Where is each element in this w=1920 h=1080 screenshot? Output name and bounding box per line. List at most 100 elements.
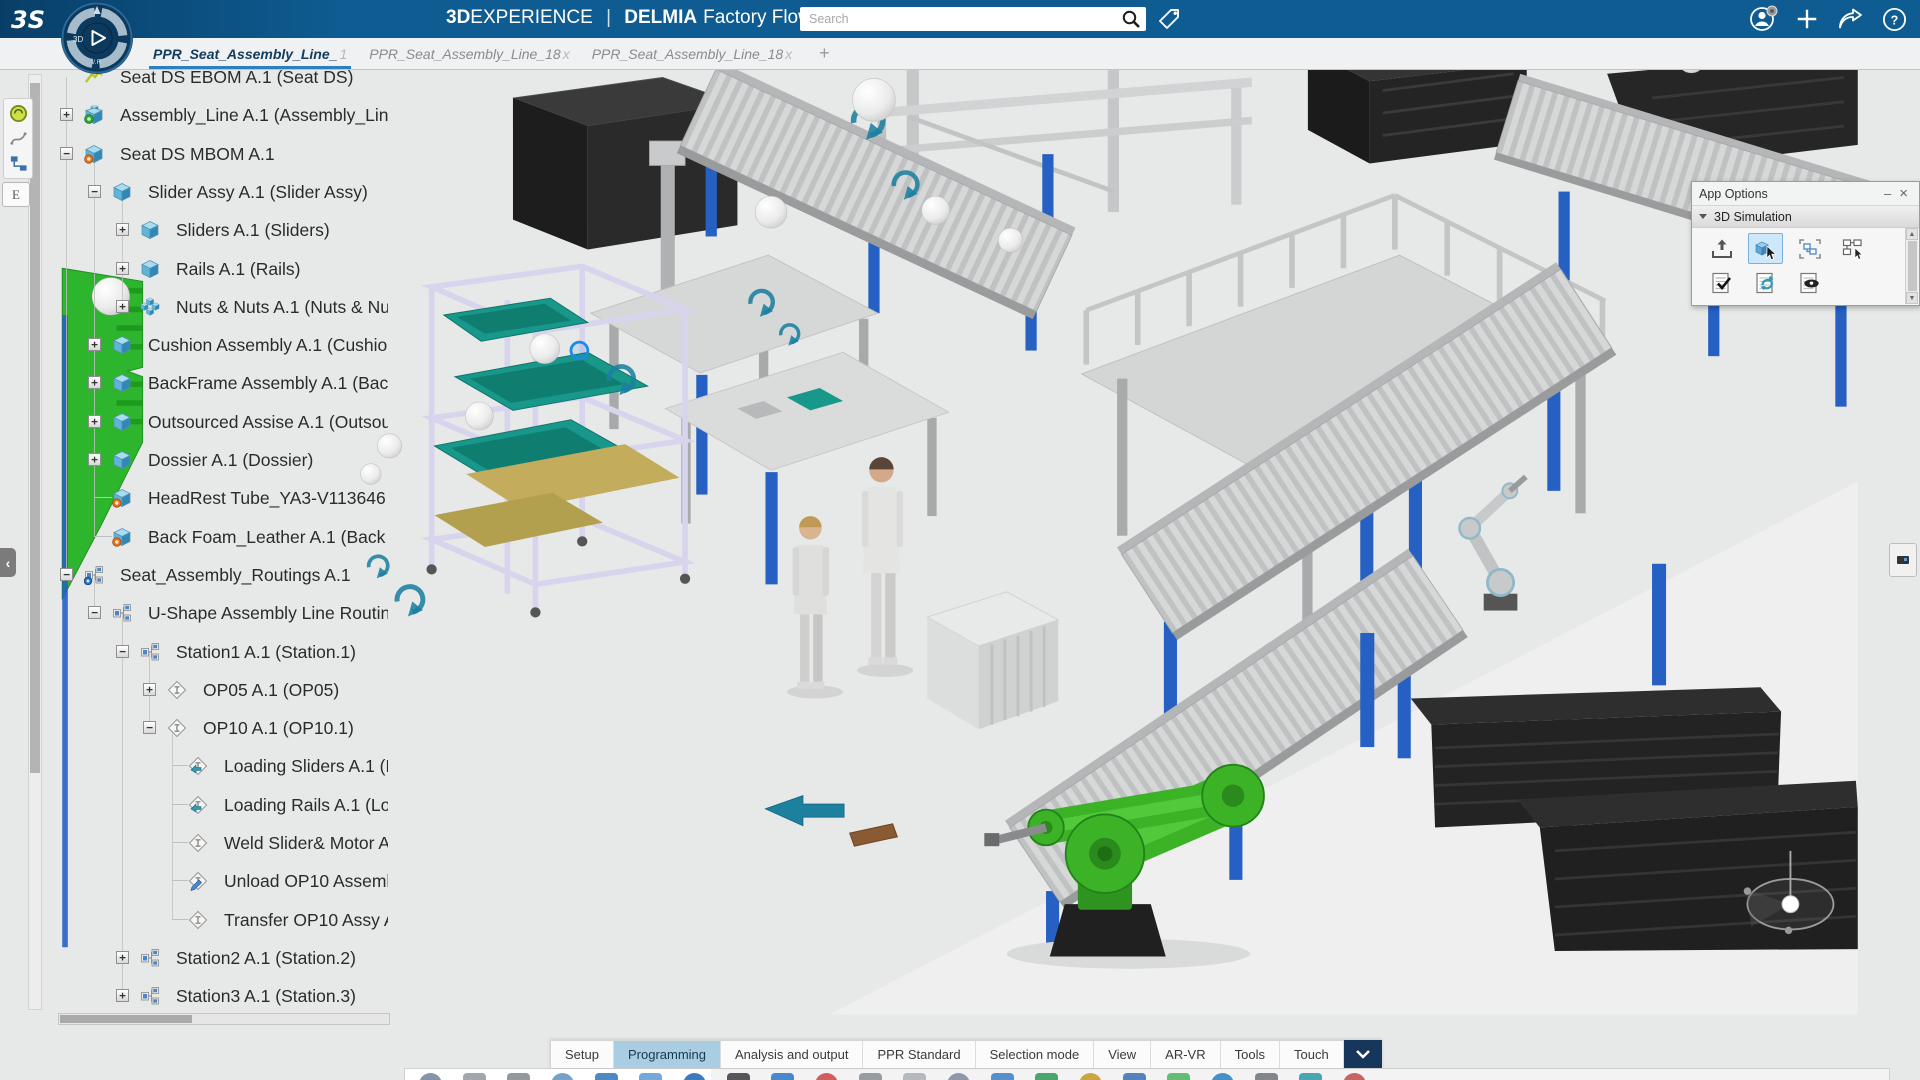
collapse-panel-handle[interactable]: ‹ xyxy=(0,548,16,577)
tree-row[interactable]: +Assembly_Line A.1 (Assembly_Line.1) xyxy=(0,96,388,134)
toolbar-icon[interactable] xyxy=(815,1073,838,1080)
toolbar-icon[interactable] xyxy=(1079,1073,1102,1080)
tree-row[interactable]: − Station1 A.1 (Station.1) xyxy=(0,633,388,671)
tree-item-label[interactable]: Dossier A.1 (Dossier) xyxy=(148,450,313,471)
expand-icon[interactable]: + xyxy=(88,376,101,389)
action-bar-collapse-button[interactable] xyxy=(1344,1040,1382,1068)
toolbar-icon[interactable] xyxy=(1299,1073,1322,1080)
tree-vertical-scrollbar[interactable] xyxy=(28,74,42,1010)
app-options-section-header[interactable]: 3D Simulation xyxy=(1692,206,1919,228)
tree-row[interactable]: Unload OP10 Assembly xyxy=(0,862,388,900)
tree-row[interactable]: + Sliders A.1 (Sliders) xyxy=(0,211,388,249)
toolbar-icon[interactable] xyxy=(1211,1073,1234,1080)
tree-row[interactable]: + Nuts & Nuts A.1 (Nuts & Nuts) xyxy=(0,288,388,326)
tree-item-label[interactable]: OP05 A.1 (OP05) xyxy=(203,680,339,701)
list-cycle-button[interactable] xyxy=(1748,267,1783,298)
add-tab-button[interactable]: + xyxy=(811,38,838,69)
tree-item-label[interactable]: Assembly_Line A.1 (Assembly_Line.1) xyxy=(120,105,388,126)
expand-icon[interactable]: + xyxy=(88,453,101,466)
tree-item-label[interactable]: Seat DS MBOM A.1 xyxy=(120,144,275,165)
tree-item-label[interactable]: Transfer OP10 Assy A. xyxy=(224,910,388,931)
tree-panel-button[interactable]: E xyxy=(2,182,30,207)
tree-item-label[interactable]: Rails A.1 (Rails) xyxy=(176,259,300,280)
tree-row[interactable]: + Cushion Assembly A.1 (Cushion A xyxy=(0,326,388,364)
tree-item-label[interactable]: Nuts & Nuts A.1 (Nuts & Nuts) xyxy=(176,297,388,318)
tree-item-label[interactable]: Station1 A.1 (Station.1) xyxy=(176,642,356,663)
app-options-titlebar[interactable]: App Options – × xyxy=(1692,182,1919,206)
tree-item-label[interactable]: BackFrame Assembly A.1 (BackFra xyxy=(148,373,388,394)
toolbar-icon[interactable] xyxy=(727,1073,750,1080)
collapse-icon[interactable]: − xyxy=(88,185,101,198)
action-tab-tools[interactable]: Tools xyxy=(1221,1040,1280,1068)
toolbar-icon[interactable] xyxy=(1035,1073,1058,1080)
action-tab-analysis-and-output[interactable]: Analysis and output xyxy=(721,1040,863,1068)
user-avatar-icon[interactable] xyxy=(1748,4,1778,34)
toolbar-icon[interactable] xyxy=(903,1073,926,1080)
action-tab-touch[interactable]: Touch xyxy=(1280,1040,1344,1068)
tree-row[interactable]: −Seat DS MBOM A.1 xyxy=(0,135,388,173)
toolbar-icon[interactable] xyxy=(463,1073,486,1080)
frame-flow-button[interactable] xyxy=(1792,233,1827,264)
tab-close-icon[interactable]: x xyxy=(563,46,570,62)
collapse-icon[interactable]: − xyxy=(116,645,129,658)
tree-item-label[interactable]: OP10 A.1 (OP10.1) xyxy=(203,718,354,739)
toolbar-icon[interactable] xyxy=(991,1073,1014,1080)
flow-cursor-button[interactable] xyxy=(1836,233,1871,264)
collapse-icon[interactable]: − xyxy=(143,721,156,734)
list-check-button[interactable] xyxy=(1704,267,1739,298)
tree-row[interactable]: HeadRest Tube_YA3-V113646 A.1 xyxy=(0,479,388,517)
toolbar-icon[interactable] xyxy=(683,1073,706,1080)
toolbar-icon[interactable] xyxy=(859,1073,882,1080)
tree-row[interactable]: + Outsourced Assise A.1 (Outsource xyxy=(0,403,388,441)
tree-item-label[interactable]: Station2 A.1 (Station.2) xyxy=(176,948,356,969)
tree-item-label[interactable]: Sliders A.1 (Sliders) xyxy=(176,220,330,241)
action-tab-selection-mode[interactable]: Selection mode xyxy=(976,1040,1095,1068)
select-sphere-icon[interactable] xyxy=(9,104,28,123)
document-tab[interactable]: PPR_Seat_Assembly_Line_1 xyxy=(142,38,358,69)
tree-item-label[interactable]: Seat_Assembly_Routings A.1 xyxy=(120,565,351,586)
compass-widget[interactable]: 3D V.R xyxy=(60,1,134,80)
action-tab-setup[interactable]: Setup xyxy=(550,1040,614,1068)
sketch-hand-icon[interactable] xyxy=(9,129,28,148)
expand-icon[interactable]: + xyxy=(88,415,101,428)
tree-row[interactable]: Seat DS EBOM A.1 (Seat DS) xyxy=(0,70,388,96)
tree-row[interactable]: +Station3 A.1 (Station.3) xyxy=(0,977,388,1010)
tree-row[interactable]: +Rails A.1 (Rails) xyxy=(0,250,388,288)
tag-icon[interactable] xyxy=(1156,5,1183,37)
action-tab-ppr-standard[interactable]: PPR Standard xyxy=(863,1040,975,1068)
tree-row[interactable]: Transfer OP10 Assy A. xyxy=(0,901,388,939)
action-tab-ar-vr[interactable]: AR-VR xyxy=(1151,1040,1220,1068)
document-tab[interactable]: PPR_Seat_Assembly_Line_18x xyxy=(581,38,803,69)
expand-icon[interactable]: + xyxy=(88,338,101,351)
tree-row[interactable]: Weld Slider& Motor A: xyxy=(0,824,388,862)
tree-item-label[interactable]: Outsourced Assise A.1 (Outsource xyxy=(148,412,388,433)
toolbar-icon[interactable] xyxy=(595,1073,618,1080)
dassault-logo[interactable]: 3S xyxy=(8,2,60,41)
scroll-down-icon[interactable]: ▼ xyxy=(1906,292,1918,304)
tree-row[interactable]: −Seat_Assembly_Routings A.1 xyxy=(0,556,388,594)
tree-item-label[interactable]: HeadRest Tube_YA3-V113646 A.1 xyxy=(148,488,388,509)
tree-row[interactable]: − U-Shape Assembly Line Routings xyxy=(0,594,388,632)
publish-simulation-button[interactable] xyxy=(1704,233,1739,264)
toolbar-icon[interactable] xyxy=(1167,1073,1190,1080)
tree-row[interactable]: +Station2 A.1 (Station.2) xyxy=(0,939,388,977)
close-icon[interactable]: × xyxy=(1895,186,1912,201)
tree-item-label[interactable]: Unload OP10 Assembly xyxy=(224,871,388,892)
toolbar-icon[interactable] xyxy=(1343,1073,1366,1080)
toolbar-icon[interactable] xyxy=(551,1073,574,1080)
scrollbar-thumb[interactable] xyxy=(1908,241,1917,291)
tree-row[interactable]: Loading Sliders A.1 (Lo xyxy=(0,747,388,785)
scrollbar-thumb[interactable] xyxy=(30,83,40,773)
tree-row[interactable]: Loading Rails A.1 (Loa xyxy=(0,786,388,824)
action-tab-view[interactable]: View xyxy=(1094,1040,1151,1068)
tree-row[interactable]: + BackFrame Assembly A.1 (BackFra xyxy=(0,364,388,402)
toolbar-icon[interactable] xyxy=(771,1073,794,1080)
expand-icon[interactable]: + xyxy=(116,989,129,1002)
tree-item-label[interactable]: Cushion Assembly A.1 (Cushion A xyxy=(148,335,388,356)
collapse-icon[interactable]: − xyxy=(88,606,101,619)
help-icon[interactable]: ? xyxy=(1881,6,1908,33)
expand-icon[interactable]: + xyxy=(116,300,129,313)
tree-item-label[interactable]: U-Shape Assembly Line Routings xyxy=(148,603,388,624)
expand-icon[interactable]: + xyxy=(116,223,129,236)
toolbar-icon[interactable] xyxy=(419,1073,442,1080)
